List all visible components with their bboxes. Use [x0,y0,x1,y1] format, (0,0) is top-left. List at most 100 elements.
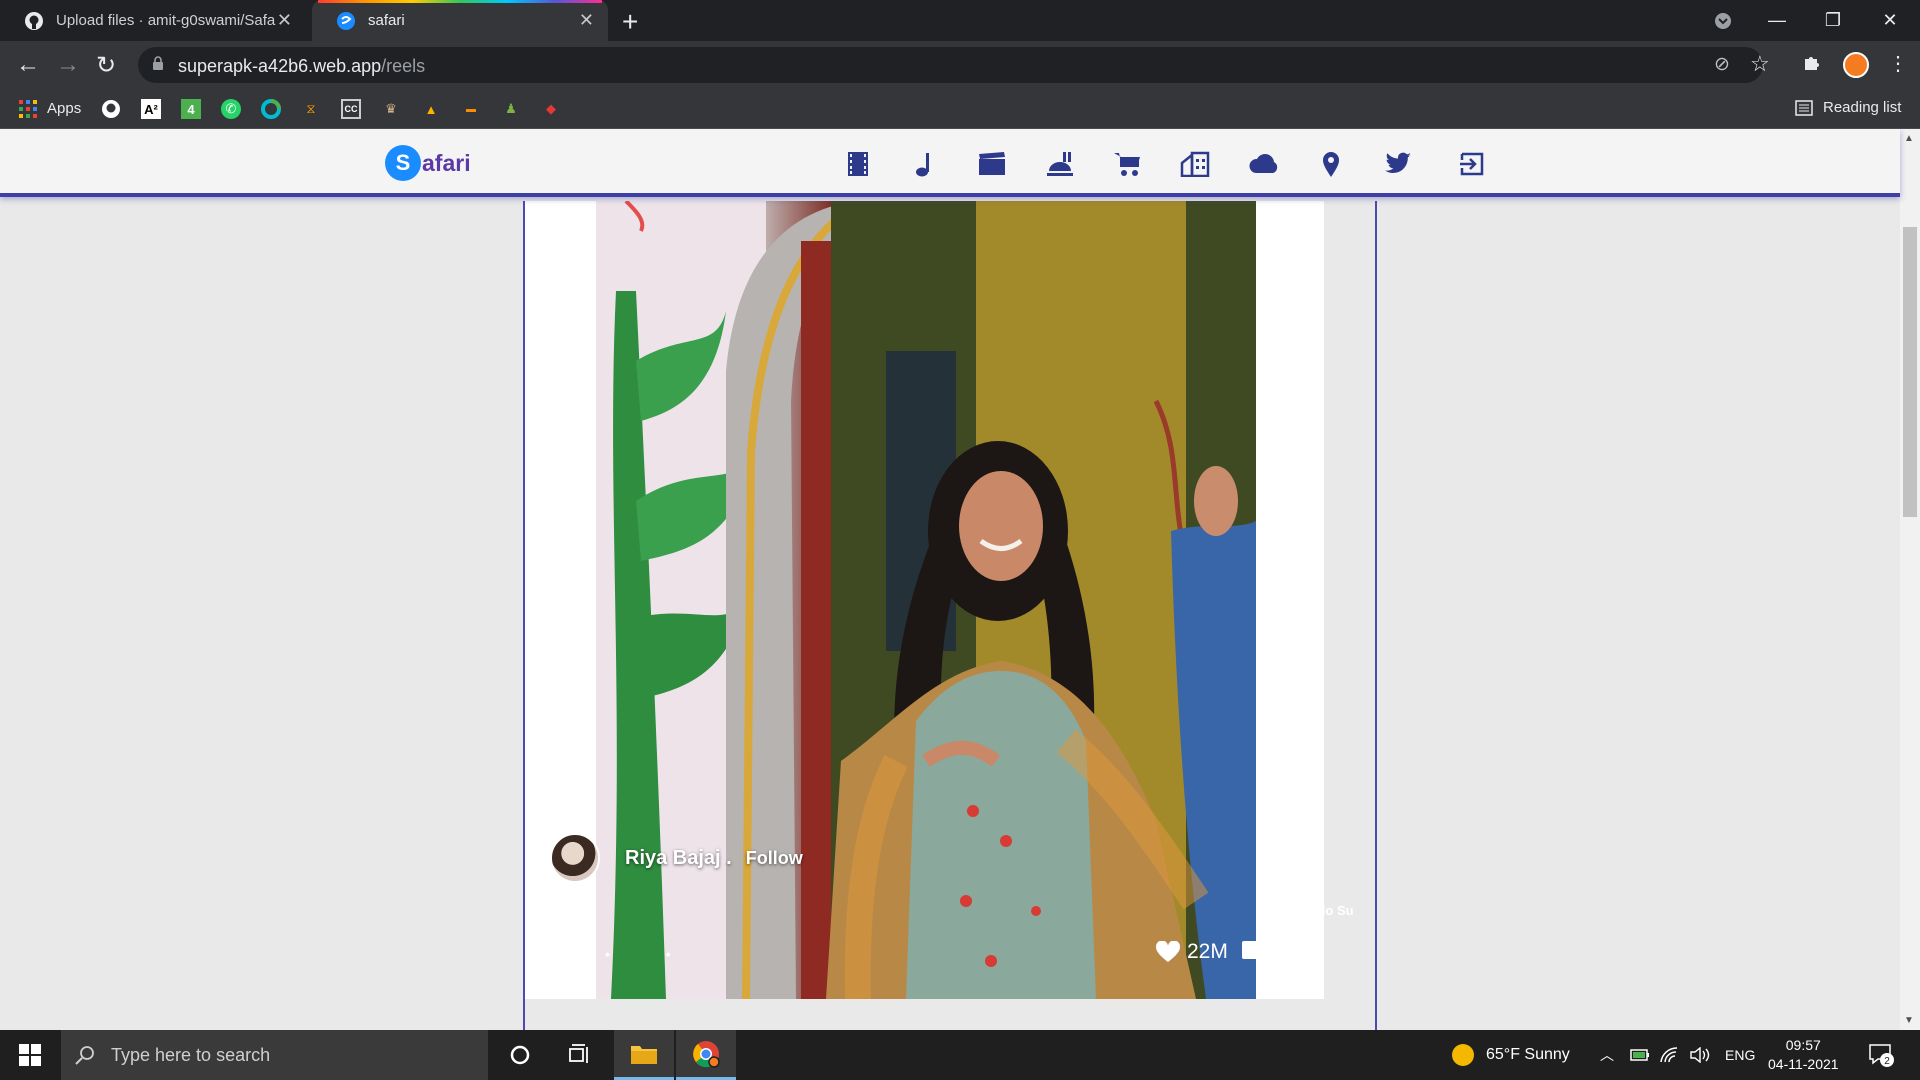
reading-list-button[interactable]: Reading list [1795,99,1901,116]
like-count: 22M [1187,940,1228,963]
cart-icon[interactable] [1112,149,1142,179]
realestate-icon[interactable] [1180,149,1210,179]
back-icon[interactable]: ← [16,51,40,79]
music-icon[interactable] [910,149,940,179]
action-center-icon[interactable]: 2 [1868,1030,1894,1080]
browser-tab-strip: Upload files · amit-g0swami/Safari ✕ saf… [0,0,1920,41]
new-tab-icon[interactable]: + [622,6,638,38]
url-path: /reels [381,56,426,76]
four-bookmark-icon[interactable]: 4 [181,99,201,119]
scroll-down-icon[interactable]: ▼ [1904,1015,1914,1026]
firebase-icon[interactable]: ▲ [421,99,441,119]
clock-date: 04-11-2021 [1768,1056,1839,1072]
reel-caption-dots: • • [605,946,697,962]
app-logo[interactable]: S afari [385,145,471,181]
emblem-bookmark-icon[interactable]: ♛ [381,99,401,119]
logo-text: afari [422,149,471,176]
pawn-bookmark-icon[interactable]: ♟ [501,99,521,119]
close-tab-icon[interactable]: ✕ [579,10,594,31]
cortana-icon[interactable] [490,1030,550,1080]
tm-bookmark-icon[interactable]: ▬ [461,99,481,119]
notification-count: 2 [1884,1056,1890,1067]
minimize-icon[interactable]: — [1752,0,1802,41]
weather-text: 65°F Sunny [1486,1046,1570,1063]
tab-title: Upload files · amit-g0swami/Safari [56,12,276,29]
reading-list-icon [1795,99,1813,116]
battery-icon[interactable] [1630,1030,1650,1080]
logo-mark: S [385,145,421,181]
reels-feed[interactable]: Riya Bajaj . Follow • • 22M 't No Su [523,201,1377,1030]
reel-card: Riya Bajaj . Follow • • 22M [525,201,1324,999]
restore-icon[interactable]: ❐ [1808,0,1858,41]
heart-icon [1155,941,1181,962]
cc-bookmark-icon[interactable]: CC [341,99,361,119]
sun-icon [1452,1044,1474,1066]
language-indicator[interactable]: ENG [1725,1030,1755,1080]
page-scrollbar[interactable]: ▲ ▼ [1900,129,1920,1030]
windows-start-icon[interactable] [0,1030,60,1080]
song-title-marquee: 't No Su [1305,903,1354,918]
taskbar-search-box[interactable]: Type here to search [61,1030,488,1080]
scroll-up-icon[interactable]: ▲ [1904,133,1914,144]
tab-media-indicator [318,0,602,3]
tracking-blocked-icon[interactable]: ⊘ [1714,53,1730,76]
multicolor-bookmark-icon[interactable] [261,99,281,119]
volume-icon[interactable] [1690,1030,1710,1080]
author-name[interactable]: Riya Bajaj . [625,847,732,870]
github-icon [24,11,44,31]
omnibox[interactable]: superapk-a42b6.web.app/reels ⊘ ☆ [138,47,1770,83]
twitter-icon[interactable] [1383,149,1413,179]
location-icon[interactable] [1316,149,1346,179]
github-bookmark-icon[interactable] [101,99,121,119]
wifi-icon[interactable] [1660,1030,1678,1080]
movies-icon[interactable] [977,149,1007,179]
scrollbar-thumb[interactable] [1903,227,1917,517]
page-viewport: S afari Riya Bajaj . Follow • • 22M 't N… [0,129,1920,1030]
url-host: superapk-a42b6.web.app [178,56,382,76]
author-avatar[interactable] [550,833,600,883]
windows-taskbar: Type here to search 65°F Sunny ︿ ENG 09:… [0,1030,1920,1080]
lock-icon [153,56,163,70]
search-icon [75,1046,94,1065]
bookmark-star-icon[interactable]: ☆ [1750,51,1770,77]
reload-icon[interactable]: ↻ [96,51,116,80]
logout-icon[interactable] [1457,149,1487,179]
safari-favicon-icon [336,11,356,31]
apps-label[interactable]: Apps [47,100,81,117]
close-window-icon[interactable]: ✕ [1864,0,1916,41]
a-squared-bookmark-icon[interactable]: A² [141,99,161,119]
forward-icon[interactable]: → [56,51,80,79]
system-clock[interactable]: 09:57 04-11-2021 [1768,1036,1839,1074]
tab-safari[interactable]: safari ✕ [312,0,608,41]
tab-search-icon[interactable] [1706,0,1740,41]
stackexchange-bookmark-icon[interactable]: ⧖ [301,99,321,119]
profile-avatar[interactable] [1843,52,1869,78]
file-explorer-icon[interactable] [614,1030,674,1080]
extensions-icon[interactable] [1802,51,1822,77]
cloud-icon[interactable] [1247,149,1281,179]
like-counter[interactable]: 22M [1155,940,1228,964]
chrome-taskbar-icon[interactable] [676,1030,736,1080]
food-icon[interactable] [1045,149,1075,179]
follow-button[interactable]: Follow [746,848,803,869]
reel-author: Riya Bajaj . Follow [550,833,803,883]
apps-grid-icon[interactable] [18,99,38,119]
reels-icon[interactable] [843,149,873,179]
close-tab-icon[interactable]: ✕ [277,10,292,31]
task-view-icon[interactable] [550,1030,610,1080]
comment-icon[interactable] [1242,941,1260,959]
search-placeholder: Type here to search [111,1044,271,1065]
url-text: superapk-a42b6.web.app/reels [178,56,425,77]
address-toolbar: ← → ↻ superapk-a42b6.web.app/reels ⊘ ☆ ⋮ [0,41,1920,89]
app-navbar: S afari [0,129,1900,197]
weather-widget[interactable]: 65°F Sunny [1450,1030,1570,1080]
reading-list-label: Reading list [1823,99,1902,116]
bookmarks-bar: Apps A² 4 ✆ ⧖ CC ♛ ▲ ▬ ♟ ◆ Reading list [0,89,1920,129]
show-hidden-icons-icon[interactable]: ︿ [1600,1030,1614,1080]
tab-github-upload[interactable]: Upload files · amit-g0swami/Safari ✕ [0,0,306,41]
tab-title: safari [368,12,405,29]
box-bookmark-icon[interactable]: ◆ [541,99,561,119]
chrome-menu-icon[interactable]: ⋮ [1888,51,1908,76]
whatsapp-icon[interactable]: ✆ [221,99,241,119]
clock-time: 09:57 [1785,1037,1821,1053]
